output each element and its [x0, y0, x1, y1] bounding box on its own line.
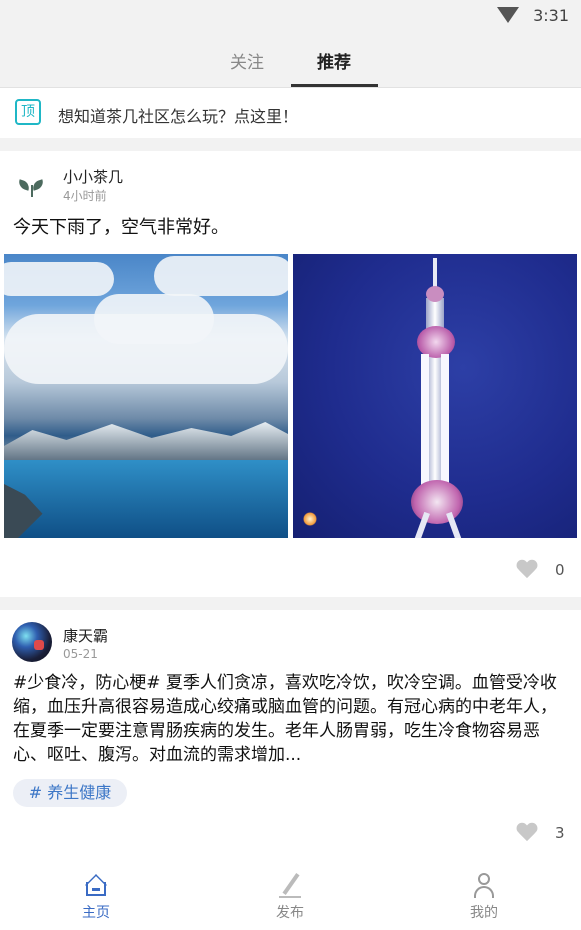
post-image-lake[interactable]	[4, 254, 288, 538]
cloud-shape	[4, 262, 114, 296]
user-icon	[471, 872, 497, 898]
post-text[interactable]: 今天下雨了，空气非常好。	[13, 213, 229, 239]
notice-text[interactable]: 想知道茶几社区怎么玩？点这里！	[58, 103, 298, 127]
post-username[interactable]: 康天霸	[63, 625, 108, 646]
tower-lower-sphere	[411, 480, 463, 524]
post-card[interactable]: 小小茶几 4小时前 今天下雨了，空气非常好。 0	[0, 151, 581, 597]
tower-column	[421, 354, 429, 494]
nav-mine[interactable]: 我的	[444, 872, 524, 922]
post-username[interactable]: 小小茶几	[63, 166, 123, 187]
post-image-tower[interactable]	[293, 254, 577, 538]
post-card[interactable]: 康天霸 05-21 #少食冷，防心梗# 夏季人们贪凉，喜欢吃冷饮，吹冷空调。血管…	[0, 610, 581, 860]
pinned-notice[interactable]: 顶 想知道茶几社区怎么玩？点这里！	[0, 88, 581, 138]
post-time: 05-21	[63, 647, 98, 661]
nav-publish-label: 发布	[276, 905, 304, 921]
post-time: 4小时前	[63, 189, 107, 203]
heart-icon[interactable]	[516, 823, 538, 843]
avatar-detail	[34, 640, 44, 650]
nav-publish[interactable]: 发布	[250, 872, 330, 922]
mountain-shape	[4, 422, 288, 462]
cloud-shape	[154, 256, 288, 296]
lake-water	[4, 460, 288, 538]
tab-active-indicator	[291, 84, 378, 87]
cloud-shape	[94, 294, 214, 344]
topic-tag[interactable]: # 养生健康	[13, 779, 127, 807]
like-count: 0	[555, 561, 565, 579]
stem-icon	[31, 185, 33, 197]
leaf-icon	[30, 179, 46, 191]
nav-home[interactable]: 主页	[56, 872, 136, 922]
tower-small-sphere	[426, 286, 444, 302]
tab-follow[interactable]: 关注	[230, 48, 264, 73]
pinned-icon: 顶	[15, 99, 41, 125]
top-tabs: 关注 推荐	[0, 32, 581, 88]
avatar[interactable]	[14, 167, 50, 203]
like-count: 3	[555, 824, 565, 842]
bottom-nav: 主页 发布 我的	[0, 860, 581, 930]
wifi-icon	[497, 7, 519, 23]
street-lamp	[303, 512, 317, 526]
post-text[interactable]: #少食冷，防心梗# 夏季人们贪凉，喜欢吃冷饮，吹冷空调。血管受冷收缩，血压升高很…	[13, 671, 569, 767]
tower-column	[441, 354, 449, 494]
nav-home-label: 主页	[82, 905, 110, 921]
leaf-icon	[16, 179, 32, 191]
status-bar: 3:31	[0, 0, 581, 32]
heart-icon[interactable]	[516, 560, 538, 580]
home-icon	[83, 872, 109, 898]
pen-icon	[277, 872, 303, 898]
status-time: 3:31	[533, 6, 569, 25]
nav-mine-label: 我的	[470, 905, 498, 921]
avatar[interactable]	[12, 622, 52, 662]
tab-recommend[interactable]: 推荐	[317, 48, 351, 73]
